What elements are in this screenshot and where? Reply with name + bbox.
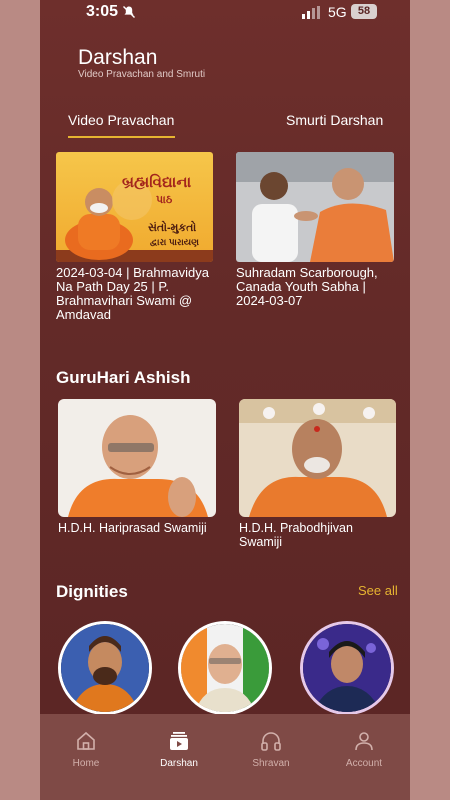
nav-label: Shravan xyxy=(252,758,290,769)
video-icon xyxy=(170,732,188,750)
guru-name[interactable]: H.D.H. Prabodhjivan Swamiji xyxy=(239,521,389,549)
video-thumbnail[interactable] xyxy=(236,152,394,262)
dignity-avatar[interactable] xyxy=(300,621,394,715)
guru-photo-art xyxy=(58,399,216,517)
nav-label: Home xyxy=(72,758,100,769)
nav-darshan[interactable]: Darshan xyxy=(144,730,214,769)
dignity-avatar-art xyxy=(61,624,149,712)
section-title-dignities: Dignities xyxy=(56,582,128,601)
page-title: Darshan xyxy=(78,46,158,69)
status-bar: 3:05 5G 58 xyxy=(40,0,410,26)
person-icon xyxy=(355,732,373,751)
thumbnail-title-4: દ્વારા પારાયણ xyxy=(150,237,200,247)
thumbnail-title-2: પાઠ xyxy=(156,194,173,206)
tab-video-pravachan[interactable]: Video Pravachan xyxy=(68,112,174,128)
page-subtitle: Video Pravachan and Smruti xyxy=(78,69,206,80)
battery-indicator: 58 xyxy=(351,4,377,19)
video-caption[interactable]: 2024-03-04 | Brahmavidya Na Path Day 25 … xyxy=(56,266,216,322)
status-time: 3:05 xyxy=(86,3,119,20)
bottom-navigation: Home Darshan Shravan Account xyxy=(40,714,410,800)
home-icon xyxy=(77,731,95,750)
dignity-avatar[interactable] xyxy=(178,621,272,715)
nav-shravan[interactable]: Shravan xyxy=(236,730,306,769)
guru-photo[interactable] xyxy=(239,399,396,517)
guru-photo[interactable] xyxy=(58,399,216,517)
active-tab-indicator xyxy=(68,136,175,138)
nav-account[interactable]: Account xyxy=(329,730,399,769)
bell-muted-icon xyxy=(123,6,135,18)
dignity-avatar-art xyxy=(303,624,391,712)
section-title-guruhari: GuruHari Ashish xyxy=(56,368,191,387)
app-screen: 3:05 5G 58 Darshan Video Pravachan and S… xyxy=(40,0,410,800)
see-all-link[interactable]: See all xyxy=(358,583,398,598)
headphones-icon xyxy=(261,732,281,751)
dignity-avatar[interactable] xyxy=(58,621,152,715)
network-type: 5G xyxy=(328,4,347,20)
thumbnail-art xyxy=(236,152,394,262)
tab-smurti-darshan[interactable]: Smurti Darshan xyxy=(286,112,383,128)
guru-photo-art xyxy=(239,399,396,517)
nav-label: Account xyxy=(345,758,383,769)
thumbnail-title-1: બ્રહ્મવિદ્યાના xyxy=(122,174,192,191)
guru-name[interactable]: H.D.H. Hariprasad Swamiji xyxy=(58,521,208,536)
thumbnail-title-3: સંતો-મુકતો xyxy=(148,222,197,234)
nav-label: Darshan xyxy=(160,758,198,769)
dignity-avatar-art xyxy=(181,624,269,712)
video-caption[interactable]: Suhradam Scarborough, Canada Youth Sabha… xyxy=(236,266,396,308)
video-thumbnail[interactable]: બ્રહ્મવિદ્યાના પાઠ સંતો-મુકતો દ્વારા પાર… xyxy=(56,152,213,262)
nav-home[interactable]: Home xyxy=(51,730,121,769)
signal-icon xyxy=(302,6,320,19)
